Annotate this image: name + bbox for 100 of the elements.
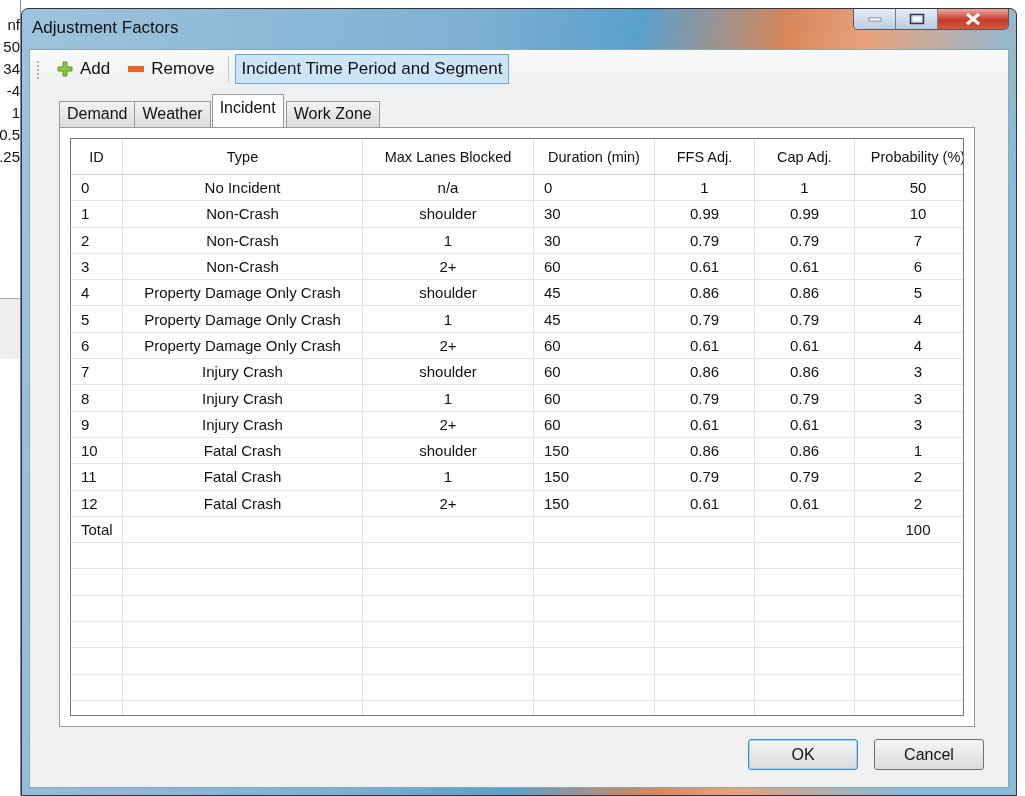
ok-button[interactable]: OK	[748, 739, 858, 770]
table-cell: Non-Crash	[206, 205, 279, 223]
table-cell: 0.61	[689, 494, 720, 512]
table-cell: Total	[81, 521, 113, 538]
column-header[interactable]: ID	[71, 139, 123, 174]
table-cell: Injury Crash	[202, 389, 283, 407]
table-cell: 60	[544, 336, 561, 354]
table-cell: 60	[544, 415, 561, 433]
table-cell: 6	[81, 336, 90, 354]
table-cell: 3	[913, 415, 923, 433]
table-cell: Injury Crash	[202, 363, 283, 381]
table-cell: 0.61	[689, 415, 720, 433]
table-cell: 0.86	[689, 363, 720, 381]
close-button[interactable]	[938, 9, 1008, 29]
table-cell: 1	[81, 205, 90, 223]
table-cell: No Incident	[204, 179, 281, 197]
table-cell: Non-Crash	[206, 258, 279, 276]
table-cell: 30	[544, 205, 561, 223]
table-cell: 1	[700, 179, 709, 197]
table-cell: 150	[544, 468, 570, 486]
table-cell: 1	[443, 231, 453, 249]
table-cell: 0.79	[689, 468, 720, 486]
table-cell: 60	[544, 363, 561, 381]
column-header[interactable]: Type	[123, 139, 363, 174]
table-cell: Property Damage Only Crash	[144, 336, 341, 354]
table-cell: 0.61	[789, 415, 820, 433]
cancel-button[interactable]: Cancel	[874, 739, 984, 770]
add-button[interactable]: Add	[50, 55, 118, 83]
table-cell: Fatal Crash	[203, 442, 282, 460]
table-cell: 2+	[439, 415, 457, 433]
table-cell: 0.79	[689, 231, 720, 249]
background-cell-text: 50	[3, 37, 20, 57]
toolbar-grip-icon	[36, 58, 40, 80]
table-cell: 12	[81, 494, 98, 512]
table-cell: 150	[544, 494, 570, 512]
table-cell: shoulder	[419, 284, 477, 302]
table-cell: 11	[81, 468, 97, 486]
background-cell-text: .25	[0, 147, 20, 167]
background-cell-text: 34	[3, 59, 20, 79]
minimize-icon	[867, 16, 882, 22]
table-cell: 8	[81, 389, 90, 407]
column-header[interactable]: Max Lanes Blocked	[363, 139, 534, 174]
table-cell: 1	[443, 389, 453, 407]
tab[interactable]: Weather	[134, 101, 211, 127]
table-cell: n/a	[437, 179, 459, 197]
table-cell: shoulder	[419, 205, 477, 223]
table-cell: 0	[81, 179, 90, 197]
table-cell: 0.61	[789, 494, 820, 512]
table-cell: 5	[913, 284, 923, 302]
column-header[interactable]: Duration (min)	[534, 139, 655, 174]
table-cell: 2	[913, 494, 923, 512]
table-cell: shoulder	[419, 363, 477, 381]
table-cell: 10	[81, 442, 98, 460]
minimize-button[interactable]	[854, 9, 896, 29]
background-cell-text: 0.5	[0, 125, 20, 145]
table-cell: Non-Crash	[206, 231, 279, 249]
table-cell: 0.86	[789, 284, 820, 302]
plus-icon	[57, 61, 73, 77]
background-cell-text: 1	[11, 103, 20, 123]
tab[interactable]: Work Zone	[285, 101, 380, 127]
table-cell: 100	[905, 521, 931, 538]
table-cell: 0.61	[789, 336, 820, 354]
table-cell: 0.86	[689, 442, 720, 460]
remove-button[interactable]: Remove	[121, 55, 222, 83]
table-cell: 0	[544, 179, 553, 197]
table-cell: 150	[544, 442, 570, 460]
table-cell: 4	[913, 336, 923, 354]
table-cell: 0.79	[789, 310, 820, 328]
table-cell: 10	[909, 205, 927, 223]
table-cell: shoulder	[419, 442, 477, 460]
table-cell: 0.99	[789, 205, 820, 223]
table-cell: 0.99	[689, 205, 720, 223]
maximize-button[interactable]	[896, 9, 938, 29]
table-cell: 3	[913, 389, 923, 407]
tab[interactable]: Demand	[59, 101, 136, 127]
tab[interactable]: Incident	[211, 94, 284, 127]
background-cell-text: nf	[7, 15, 20, 35]
table-cell: 5	[81, 310, 90, 328]
table-cell: 30	[544, 231, 561, 249]
table-cell: 2	[913, 468, 923, 486]
table-cell: 2	[81, 231, 90, 249]
table-cell: 0.86	[789, 442, 820, 460]
incident-period-toggle[interactable]: Incident Time Period and Segment	[234, 54, 510, 84]
table-cell: 2+	[439, 258, 457, 276]
close-icon	[964, 12, 982, 26]
table-cell: 0.79	[689, 389, 720, 407]
table-cell: 9	[81, 415, 90, 433]
table-cell: 4	[913, 310, 923, 328]
table-cell: 50	[909, 179, 927, 197]
table-cell: 0.86	[689, 284, 720, 302]
column-header[interactable]: Cap Adj.	[755, 139, 855, 174]
column-header[interactable]: FFS Adj.	[655, 139, 755, 174]
table-cell: 0.86	[789, 363, 820, 381]
table-cell: 2+	[439, 336, 457, 354]
table-cell: 0.79	[789, 389, 820, 407]
table-cell: 45	[544, 284, 561, 302]
table-cell: 2+	[439, 494, 457, 512]
table-cell: 0.79	[689, 310, 720, 328]
table-cell: 1	[443, 468, 453, 486]
window-title: Adjustment Factors	[32, 18, 179, 38]
